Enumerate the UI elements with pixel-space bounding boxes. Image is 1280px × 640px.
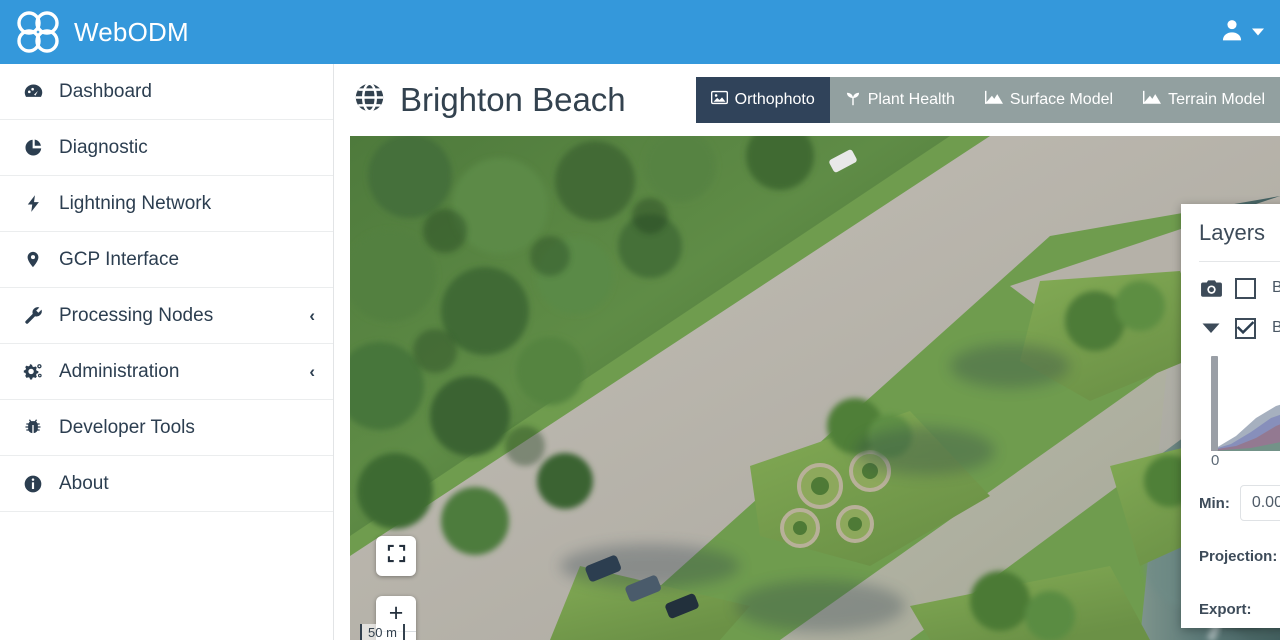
sidebar-item-label: Administration [59,360,180,382]
tab-terrain-model[interactable]: Terrain Model [1128,77,1280,123]
layer-row-cameras[interactable]: Brighton Beach (Cameras) [1199,268,1280,308]
projection-row: Projection: UTM (EPSG:32615) [1199,537,1280,575]
min-label: Min: [1199,494,1230,512]
layer-checkbox-orthophoto[interactable] [1235,317,1256,339]
hist-series-combined [1211,404,1280,451]
layer-label: Brighton Beach (Cameras) [1272,279,1280,296]
sidebar-item-label: Lightning Network [59,192,212,214]
tab-label: Surface Model [1009,91,1114,108]
view-tabs: Orthophoto Plant Health Surface Model Te… [695,77,1280,123]
tab-orthophoto[interactable]: Orthophoto [695,77,830,123]
orthophoto-imagery [350,136,1280,640]
export-label: Export: [1199,600,1252,618]
projection-label: Projection: [1199,547,1278,565]
brand[interactable]: WebODM [0,8,189,56]
sidebar-item-label: About [59,472,109,494]
tab-plant-health[interactable]: Plant Health [829,77,970,123]
seedling-icon [845,90,861,111]
sidebar-item-developer-tools[interactable]: Developer Tools [0,400,333,456]
user-menu[interactable] [1219,17,1264,48]
sidebar-item-dashboard[interactable]: Dashboard [0,64,333,120]
sidebar-item-label: Developer Tools [59,416,195,438]
rgb-histogram[interactable] [1211,356,1280,451]
camera-icon [1199,277,1223,299]
sidebar-item-processing-nodes[interactable]: Processing Nodes ‹ [0,288,333,344]
page-title: Brighton Beach [400,81,626,118]
orthophoto-map[interactable]: + − 50 m [350,136,1280,640]
tab-surface-model[interactable]: Surface Model [969,77,1129,123]
brand-name: WebODM [74,16,189,47]
layers-panel-header: Layers [1199,204,1280,262]
min-input[interactable]: 0.000 [1239,485,1280,521]
dashboard-gauge-icon [20,81,46,103]
tab-label: Orthophoto [734,91,815,108]
webodm-four-circles-logo [14,8,62,56]
sidebar-item-administration[interactable]: Administration ‹ [0,344,333,400]
page-title-group: Brighton Beach [352,80,626,120]
fullscreen-button[interactable] [376,536,416,576]
scale-bar: 50 m [360,624,405,640]
histogram-axis: 0 255 [1211,452,1280,469]
image-icon [710,90,728,110]
sidebar-item-about[interactable]: About [0,456,333,512]
pie-chart-icon [20,137,46,159]
sidebar-item-chevron[interactable]: ‹ [309,363,315,380]
histogram-axis-min-label: 0 [1211,452,1220,469]
gears-icon [20,361,46,383]
page-header: Brighton Beach Orthophoto Plant Health S… [334,64,1280,136]
top-header-bar: WebODM [0,0,1280,64]
histogram-min-handle[interactable] [1211,356,1218,451]
mountain-icon [984,90,1003,110]
sidebar-item-diagnostic[interactable]: Diagnostic [0,120,333,176]
layer-checkbox-cameras[interactable] [1235,277,1256,299]
sidebar-item-chevron[interactable]: ‹ [309,307,315,324]
wrench-icon [20,305,46,327]
histogram-plot [1211,404,1280,451]
bug-icon [20,417,46,439]
triangle-down-icon[interactable] [1199,317,1223,339]
sidebar-item-label: GCP Interface [59,248,180,270]
tab-label: Terrain Model [1168,91,1265,108]
sidebar-item-label: Diagnostic [59,136,148,158]
mountain-icon [1143,90,1162,110]
sidebar-item-lightning-network[interactable]: Lightning Network [0,176,333,232]
tab-label: Plant Health [867,91,955,108]
info-circle-icon [20,473,46,495]
map-pin-icon [20,249,46,271]
layer-row-orthophoto[interactable]: Brighton Beach (Orthophoto) [1199,308,1280,348]
user-avatar-icon [1219,17,1245,48]
layer-label: Brighton Beach (Orthophoto) [1272,319,1280,336]
content-area: Brighton Beach Orthophoto Plant Health S… [334,64,1280,640]
sidebar-filler [0,512,333,522]
sidebar-item-gcp-interface[interactable]: GCP Interface [0,232,333,288]
lightning-bolt-icon [20,193,46,215]
sidebar-item-label: Processing Nodes [59,304,214,326]
expand-fullscreen-icon [387,544,406,568]
layers-panel-title: Layers [1199,219,1266,245]
minmax-row: Min: 0.000 Max: 227.894 [1199,485,1280,521]
layers-panel: Layers Brighton Beach (Cameras) [1181,204,1280,628]
sidebar-item-label: Dashboard [59,80,152,102]
globe-icon [352,80,387,120]
chevron-down-icon [1252,28,1264,36]
export-row: Export: GeoTIFF (RGB) [1199,589,1280,629]
sidebar: Dashboard Diagnostic Lightning Network G… [0,64,334,640]
